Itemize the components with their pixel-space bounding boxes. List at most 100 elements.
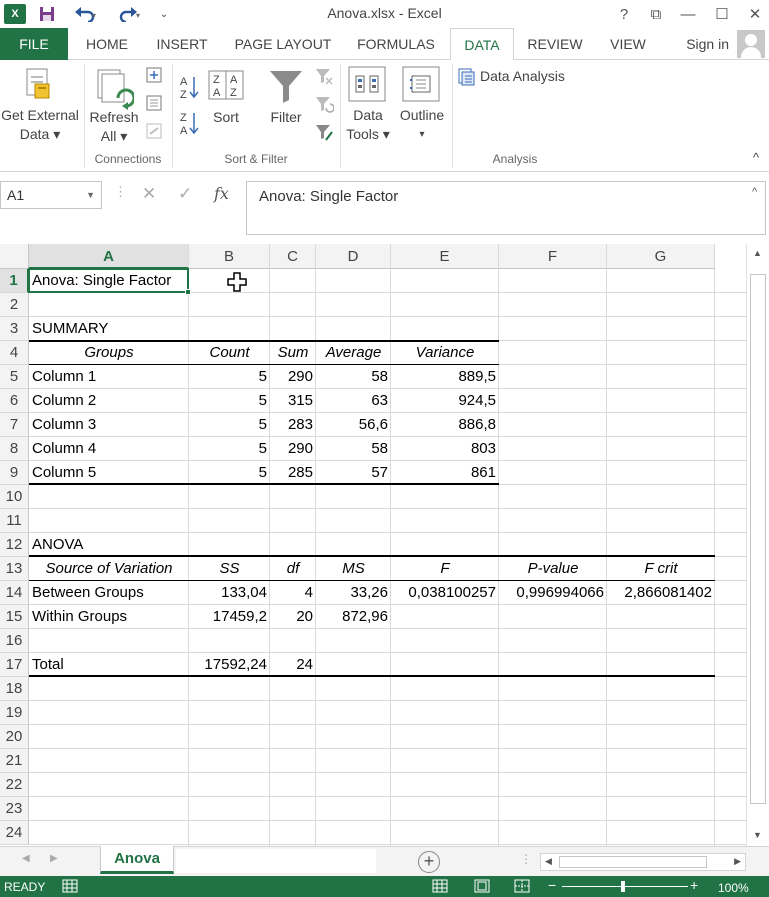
row-header-15[interactable]: 15 xyxy=(0,605,29,629)
tab-insert[interactable]: INSERT xyxy=(148,28,216,60)
page-break-view-icon[interactable] xyxy=(514,879,530,896)
insert-function-icon[interactable]: fx xyxy=(214,184,229,203)
sort-button[interactable]: Sort xyxy=(202,108,250,127)
tab-review[interactable]: REVIEW xyxy=(522,28,588,60)
close-button[interactable]: ✕ xyxy=(741,4,769,24)
anova-value[interactable]: 2,866081402 xyxy=(607,581,715,605)
summary-value[interactable]: 5 xyxy=(189,461,270,485)
anova-source-label[interactable]: Within Groups xyxy=(29,605,189,629)
summary-value[interactable]: 5 xyxy=(189,437,270,461)
summary-value[interactable]: 861 xyxy=(391,461,499,485)
sort-a-to-z-icon[interactable]: AZ xyxy=(180,74,200,105)
summary-value[interactable]: 5 xyxy=(189,365,270,389)
row-header-13[interactable]: 13 xyxy=(0,557,29,581)
column-header-f[interactable]: F xyxy=(499,244,607,269)
clear-filter-icon[interactable] xyxy=(314,66,334,91)
zoom-in-button[interactable]: + xyxy=(690,877,698,893)
select-all-corner[interactable] xyxy=(0,244,29,269)
summary-value[interactable]: 290 xyxy=(270,437,316,461)
customize-toolbar-icon[interactable]: ⌄ xyxy=(156,4,172,24)
tab-file[interactable]: FILE xyxy=(0,28,68,60)
column-header-d[interactable]: D xyxy=(316,244,391,269)
row-header-17[interactable]: 17 xyxy=(0,653,29,677)
formula-input[interactable]: Anova: Single Factor xyxy=(246,181,766,235)
vertical-scrollbar[interactable]: ▲ ▼ xyxy=(746,244,769,846)
summary-value[interactable]: 56,6 xyxy=(316,413,391,437)
summary-value[interactable]: 57 xyxy=(316,461,391,485)
summary-value[interactable]: 886,8 xyxy=(391,413,499,437)
anova-header[interactable]: F xyxy=(391,557,499,581)
row-header-5[interactable]: 5 xyxy=(0,365,29,389)
worksheet-grid[interactable]: A B C D E F G 1 2 3 4 5 6 7 8 9 10 11 12 13 14 15 16 17 18 19 20 21… xyxy=(0,244,746,846)
splitter-icon[interactable]: ⋮ xyxy=(520,852,532,866)
avatar[interactable] xyxy=(737,30,765,58)
row-header-10[interactable]: 10 xyxy=(0,485,29,509)
chevron-down-icon[interactable]: ▼ xyxy=(86,182,95,208)
macro-recording-icon[interactable] xyxy=(62,879,78,896)
row-header-23[interactable]: 23 xyxy=(0,797,29,821)
row-header-22[interactable]: 22 xyxy=(0,773,29,797)
zoom-out-button[interactable]: − xyxy=(548,877,556,893)
anova-value[interactable]: 4 xyxy=(270,581,316,605)
expand-formula-bar-icon[interactable]: ^ xyxy=(752,186,757,198)
anova-value[interactable]: 17459,2 xyxy=(189,605,270,629)
tab-page-layout[interactable]: PAGE LAYOUT xyxy=(226,28,340,60)
name-box[interactable]: A1 ▼ xyxy=(0,181,102,209)
row-header-2[interactable]: 2 xyxy=(0,293,29,317)
tab-data[interactable]: DATA xyxy=(450,28,514,61)
get-external-data-button[interactable]: Get External Data ▾ xyxy=(0,106,80,144)
minimize-button[interactable]: — xyxy=(674,4,702,24)
zoom-slider-thumb[interactable] xyxy=(621,881,625,892)
anova-value[interactable]: 0,996994066 xyxy=(499,581,607,605)
data-tools-button[interactable]: Data Tools ▾ xyxy=(340,106,396,144)
row-header-11[interactable]: 11 xyxy=(0,509,29,533)
row-header-8[interactable]: 8 xyxy=(0,437,29,461)
data-analysis-button[interactable]: Data Analysis xyxy=(480,67,574,86)
scroll-down-icon[interactable]: ▼ xyxy=(753,830,762,840)
summary-value[interactable]: 889,5 xyxy=(391,365,499,389)
horizontal-scrollbar[interactable]: ◀ ▶ xyxy=(540,853,746,871)
summary-value[interactable]: 290 xyxy=(270,365,316,389)
row-header-6[interactable]: 6 xyxy=(0,389,29,413)
row-header-18[interactable]: 18 xyxy=(0,677,29,701)
scroll-right-icon[interactable]: ▶ xyxy=(734,856,741,867)
vertical-scroll-thumb[interactable] xyxy=(750,274,766,804)
anova-header[interactable]: F crit xyxy=(607,557,715,581)
sort-z-to-a-icon[interactable]: ZA xyxy=(180,110,200,141)
summary-group-label[interactable]: Column 3 xyxy=(29,413,189,437)
anova-total-value[interactable]: 24 xyxy=(270,653,316,677)
anova-source-label[interactable]: Between Groups xyxy=(29,581,189,605)
maximize-button[interactable]: ☐ xyxy=(708,4,736,24)
fill-handle[interactable] xyxy=(185,289,191,295)
help-button[interactable]: ? xyxy=(610,4,638,24)
summary-header[interactable]: Groups xyxy=(29,341,189,365)
tab-view[interactable]: VIEW xyxy=(600,28,656,60)
summary-value[interactable]: 5 xyxy=(189,413,270,437)
summary-header[interactable]: Sum xyxy=(270,341,316,365)
zoom-level[interactable]: 100% xyxy=(718,881,749,895)
page-layout-view-icon[interactable] xyxy=(474,879,490,896)
edit-links-icon[interactable] xyxy=(145,122,163,145)
enter-icon[interactable]: ✓ xyxy=(178,184,192,204)
column-header-c[interactable]: C xyxy=(270,244,316,269)
anova-header[interactable]: Source of Variation xyxy=(29,557,189,581)
anova-header[interactable]: MS xyxy=(316,557,391,581)
sign-in-link[interactable]: Sign in xyxy=(686,28,729,60)
row-header-7[interactable]: 7 xyxy=(0,413,29,437)
summary-header[interactable]: Count xyxy=(189,341,270,365)
summary-header[interactable]: Variance xyxy=(391,341,499,365)
undo-icon[interactable]: ▾ xyxy=(70,4,100,24)
summary-value[interactable]: 315 xyxy=(270,389,316,413)
row-header-24[interactable]: 24 xyxy=(0,821,29,845)
row-header-12[interactable]: 12 xyxy=(0,533,29,557)
cell-summary-title[interactable]: SUMMARY xyxy=(29,317,189,341)
new-sheet-button[interactable]: + xyxy=(418,851,440,873)
anova-value[interactable]: 133,04 xyxy=(189,581,270,605)
row-header-1[interactable]: 1 xyxy=(0,269,29,293)
row-header-20[interactable]: 20 xyxy=(0,725,29,749)
summary-group-label[interactable]: Column 1 xyxy=(29,365,189,389)
row-header-16[interactable]: 16 xyxy=(0,629,29,653)
zoom-slider[interactable] xyxy=(562,886,688,887)
column-header-a[interactable]: A xyxy=(29,244,189,269)
row-header-3[interactable]: 3 xyxy=(0,317,29,341)
